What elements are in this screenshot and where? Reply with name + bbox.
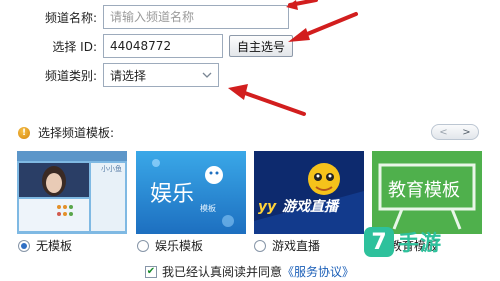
channel-category-select[interactable]: 请选择	[103, 63, 219, 87]
thumb-game-text: 游戏直播	[282, 198, 340, 215]
radio-none[interactable]	[18, 239, 30, 252]
template-option-game-label: 游戏直播	[272, 239, 321, 253]
channel-name-label: 频道名称:	[44, 10, 97, 25]
radio-game[interactable]	[254, 239, 266, 252]
template-thumb-none[interactable]: 小小鱼	[17, 151, 127, 234]
game-thumbnail: yy 游戏直播	[254, 151, 364, 234]
annotation-arrow-2	[288, 12, 358, 42]
select-id-input[interactable]	[103, 34, 223, 58]
thumb-entertainment-sub: 模板	[200, 203, 216, 213]
thumb-game-sub: yy	[258, 199, 277, 215]
watermark-logo-icon: 7	[364, 227, 394, 257]
template-option-entertainment-label: 娱乐模板	[155, 239, 204, 253]
thumb-education-text: 教育模板	[388, 180, 460, 201]
template-section-heading: ! 选择频道模板:	[18, 124, 114, 141]
info-icon: !	[18, 126, 30, 139]
agreement-checkbox[interactable]: ✔	[145, 265, 157, 278]
agreement-row: ✔ 我已经认真阅读并同意 《服务协议》	[145, 263, 354, 280]
thumb-entertainment-text: 娱乐	[150, 182, 194, 207]
template-option-entertainment[interactable]: 娱乐模板	[137, 237, 203, 254]
annotation-arrow-1	[286, 0, 318, 10]
select-id-label: 选择 ID:	[52, 39, 97, 54]
template-pager: < >	[431, 124, 479, 140]
template-heading-text: 选择频道模板:	[38, 126, 115, 140]
channel-name-row: 频道名称:	[0, 5, 289, 29]
template-thumb-education[interactable]: 教育模板	[372, 151, 482, 234]
template-option-none[interactable]: 无模板	[18, 237, 72, 254]
channel-category-label: 频道类别:	[44, 68, 97, 83]
custom-number-button[interactable]: 自主选号	[229, 35, 294, 57]
profile-thumbnail: 小小鱼	[17, 151, 127, 234]
channel-name-input[interactable]	[103, 5, 289, 29]
entertainment-thumbnail: 娱乐 模板	[136, 151, 246, 234]
education-thumbnail: 教育模板	[372, 151, 482, 234]
watermark-text: 手游	[398, 231, 442, 255]
chevron-down-icon	[202, 72, 212, 78]
channel-category-value: 请选择	[110, 68, 147, 83]
thumb-profile-name: 小小鱼	[101, 164, 122, 173]
template-thumb-game[interactable]: yy 游戏直播	[254, 151, 364, 234]
template-option-none-label: 无模板	[36, 239, 73, 253]
radio-entertainment[interactable]	[137, 239, 149, 252]
channel-category-row: 频道类别: 请选择	[0, 63, 219, 87]
annotation-arrow-3	[228, 84, 306, 116]
agreement-text: 我已经认真阅读并同意	[162, 265, 283, 279]
template-option-game[interactable]: 游戏直播	[254, 237, 320, 254]
select-id-row: 选择 ID: 自主选号	[0, 34, 294, 58]
template-thumb-entertainment[interactable]: 娱乐 模板	[136, 151, 246, 234]
site-watermark: 7 手游	[364, 224, 492, 260]
pager-prev-icon[interactable]: <	[439, 127, 447, 138]
pager-next-icon[interactable]: >	[462, 127, 470, 138]
service-agreement-link[interactable]: 《服务协议》	[282, 263, 354, 280]
